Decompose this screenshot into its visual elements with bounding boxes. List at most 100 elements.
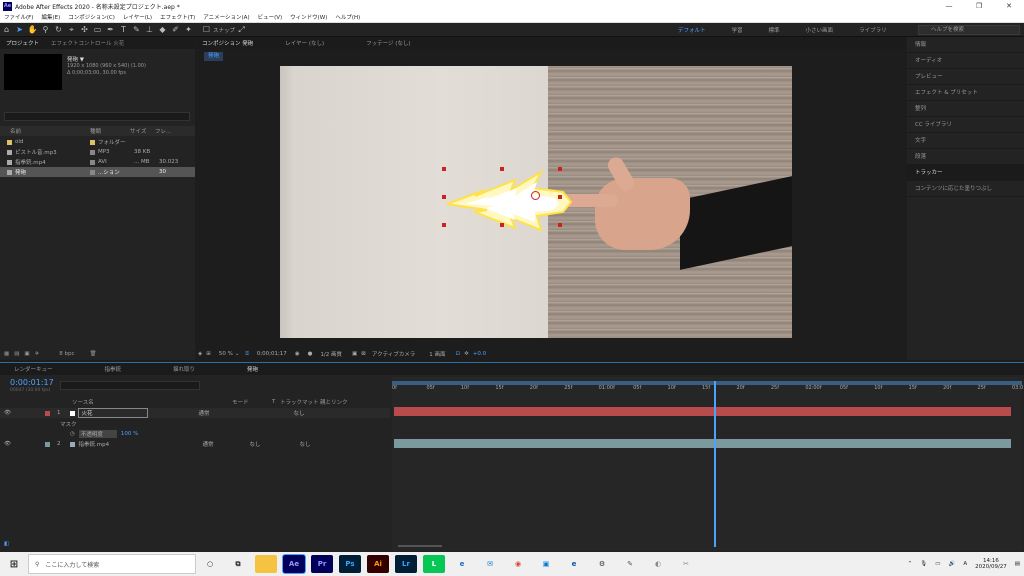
ime-indicator[interactable]: A [963,561,967,567]
start-windows-icon[interactable]: ⊞ [3,555,25,573]
taskbar-app-ai-icon[interactable]: Ai [367,555,389,573]
menu-file[interactable]: ファイル(F) [0,13,37,21]
layer-parent[interactable]: なし [293,409,304,417]
file-explorer-icon[interactable] [255,555,277,573]
bbox-handle[interactable] [442,195,446,199]
col-parent[interactable]: 親とリンク [320,398,348,406]
tab-composition[interactable]: コンポジション 発砲 [196,39,259,47]
mail-icon[interactable]: ✉ [479,555,501,573]
right-panel-item[interactable]: 整列 [907,101,1024,117]
menu-layer[interactable]: レイヤー(L) [119,13,156,21]
cortana-icon[interactable]: ○ [199,555,221,573]
tab-comp-stabilize[interactable]: 揺れ取り [167,365,201,373]
playhead[interactable] [713,381,716,547]
task-view-icon[interactable]: ⧉ [227,555,249,573]
layer-label-color[interactable] [44,441,50,447]
layer-row-2[interactable]: 👁 2 指拳銃.mp4 通常 なし なし [0,439,390,449]
tab-layer[interactable]: レイヤー (なし) [279,39,330,47]
grid-icon[interactable]: ⊞ [206,351,211,357]
menu-edit[interactable]: 編集(E) [37,13,64,21]
menu-window[interactable]: ウィンドウ(W) [286,13,331,21]
minimize-button[interactable]: — [934,0,964,12]
type-tool-icon[interactable]: T [118,24,129,35]
taskbar-search-input[interactable]: ⚲ ここに入力して検索 [28,554,196,574]
help-search-input[interactable]: ヘルプを検索 [918,25,1020,35]
notepad-icon[interactable]: ✎ [619,555,641,573]
snapshot-icon[interactable]: ◉ [295,351,300,357]
bbox-handle[interactable] [442,167,446,171]
item-label-color[interactable] [90,159,95,165]
bbox-handle[interactable] [500,167,504,171]
roto-brush-tool-icon[interactable]: ✐ [170,24,181,35]
hand-tool-icon[interactable]: ✋ [27,24,38,35]
reset-exposure-icon[interactable]: ✲ [464,351,469,357]
time-ruler[interactable]: 0f 05f 10f 15f 20f 25f 01:00f 05f 10f 15f 20f 25f 02… [392,385,1023,397]
layer-name[interactable]: 指拳銃.mp4 [78,440,148,448]
volume-icon[interactable]: 🔊 [948,561,955,567]
zoom-tool-icon[interactable]: ⚲ [40,24,51,35]
item-label-color[interactable] [90,149,95,155]
taskbar-app-ae-icon[interactable]: Ae [282,554,306,574]
layer-bar-1[interactable] [394,407,1011,416]
new-folder-icon[interactable]: ▤ [14,351,19,357]
home-icon[interactable]: ⌂ [1,24,12,35]
project-search-input[interactable] [4,112,190,121]
timeline-track-area[interactable]: 0f 05f 10f 15f 20f 25f 01:00f 05f 10f 15f 20f 25f 02… [392,377,1023,551]
selection-tool-icon[interactable]: ➤ [14,24,25,35]
menu-animation[interactable]: アニメーション(A) [199,13,253,21]
chevron-down-icon[interactable]: ⌄ [235,351,240,357]
network-icon[interactable]: ▭ [935,561,940,567]
chrome-icon[interactable]: ◉ [507,555,529,573]
transparency-grid-icon[interactable]: ⊠ [361,351,366,357]
views-dropdown[interactable]: 1 画面 [429,350,445,358]
snap-options-icon[interactable]: ⤢ [236,24,247,35]
timeline-timecode[interactable]: 0:00:01:17 [10,378,54,387]
bbox-handle[interactable] [558,167,562,171]
right-panel-item[interactable]: トラッカー [907,165,1024,181]
item-label-color[interactable] [90,169,95,175]
menu-composition[interactable]: コンポジション(C) [64,13,119,21]
ie-icon[interactable]: e [451,555,473,573]
tab-effect-controls[interactable]: エフェクトコントロール 火花 [45,39,130,47]
project-list-item[interactable]: 発砲 ...ション 30 [0,167,195,177]
project-list-item[interactable]: ピストル音.mp3 MP3 38 KB [0,147,195,157]
maximize-button[interactable]: ❐ [964,0,994,12]
project-list-item[interactable]: old フォルダー [0,137,195,147]
menu-effect[interactable]: エフェクト(T) [156,13,199,21]
comp-name-tab[interactable]: 発砲 [204,52,224,61]
tab-comp-finger-gun[interactable]: 指拳銃 [99,365,128,373]
layer-switches-icon[interactable]: ◧ [4,541,9,547]
notification-icon[interactable]: ▤ [1015,561,1020,567]
layer-track-matte[interactable]: なし [249,440,279,448]
col-t[interactable]: T [272,399,280,405]
pen-tool-icon[interactable]: ✒ [105,24,116,35]
brush-tool-icon[interactable]: ✎ [131,24,142,35]
region-icon[interactable]: ⌸ [245,351,248,358]
new-composition-icon[interactable]: ▣ [24,351,29,357]
zoom-dropdown[interactable]: 50 % [219,351,233,357]
clone-stamp-tool-icon[interactable]: ⊥ [144,24,155,35]
tray-overflow-icon[interactable]: ⌃ [908,561,913,567]
right-panel-item[interactable]: コンテンツに応じた塗りつぶし [907,181,1024,197]
menu-help[interactable]: ヘルプ(H) [331,13,364,21]
trash-icon[interactable]: 🗑 [89,351,96,357]
col-size[interactable]: サイズ [130,127,155,135]
rotate-tool-icon[interactable]: ↻ [53,24,64,35]
stopwatch-icon[interactable]: ◷ [70,431,75,437]
layer-row-1[interactable]: 👁 1 火花 通常 なし [0,408,390,418]
camera-tool-icon[interactable]: ⌖ [66,24,77,35]
exposure-value[interactable]: +0.0 [473,351,486,357]
visibility-eye-icon[interactable]: 👁 [4,410,11,416]
roi-icon[interactable]: ▣ [352,351,357,357]
opacity-value[interactable]: 100 % [121,431,138,437]
workspace-learn[interactable]: 学習 [719,26,756,34]
col-track-matte[interactable]: トラックマット [280,398,320,406]
menu-view[interactable]: ビュー(V) [254,13,287,21]
layer-label-color[interactable] [44,410,50,416]
line-icon[interactable]: L [423,555,445,573]
right-panel-item[interactable]: プレビュー [907,69,1024,85]
mask-row[interactable]: マスク [0,419,390,429]
timeline-search-input[interactable] [60,381,200,390]
tab-footage[interactable]: フッテージ (なし) [360,39,416,47]
visibility-eye-icon[interactable]: 👁 [4,441,11,447]
